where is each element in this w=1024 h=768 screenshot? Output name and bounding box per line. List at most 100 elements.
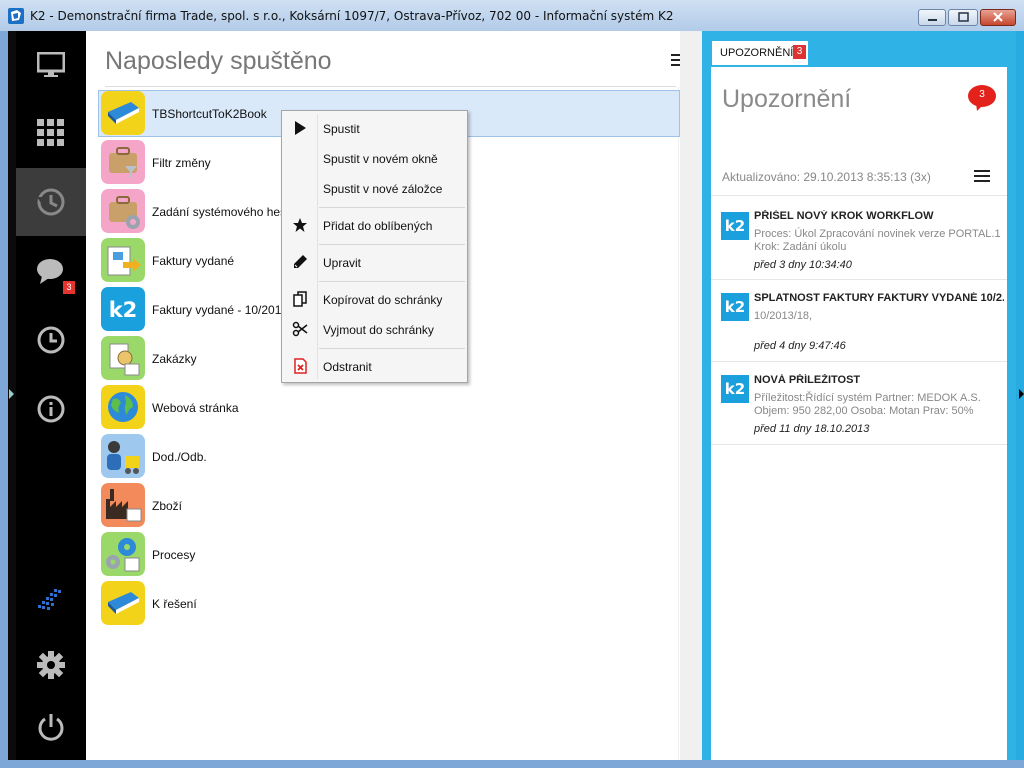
factory-icon bbox=[101, 483, 145, 527]
nav-recent[interactable] bbox=[16, 168, 86, 236]
globe-icon bbox=[101, 385, 145, 429]
nav-settings[interactable] bbox=[16, 631, 86, 699]
menu-item-label: Spustit v nové záložce bbox=[323, 182, 443, 196]
notification-title: NOVÁ PŘÍLEŽITOST bbox=[754, 374, 861, 386]
k2-logo-icon: k2 bbox=[101, 287, 145, 331]
list-item-label: Zboží bbox=[152, 499, 183, 513]
nav-power[interactable] bbox=[16, 693, 86, 761]
tab-notifications[interactable]: UPOZORNĚNÍ 3 bbox=[712, 41, 808, 65]
recent-history-icon bbox=[37, 188, 65, 216]
list-item-label: TBShortcutToK2Book bbox=[152, 107, 267, 121]
gear-icon bbox=[37, 651, 65, 679]
notification-body: Proces: Úkol Zpracování novinek verze PO… bbox=[754, 228, 1001, 253]
minimize-button[interactable] bbox=[918, 9, 946, 26]
list-item[interactable]: Zboží bbox=[98, 482, 680, 531]
k2-logo-icon bbox=[38, 589, 61, 610]
menu-separator bbox=[319, 281, 465, 282]
list-item[interactable]: Procesy bbox=[98, 531, 680, 580]
client-area: 3 Naposledy spuštěno TBShortcutToK2Book … bbox=[8, 31, 1024, 760]
menu-item-run-new-window[interactable]: Spustit v novém okně bbox=[284, 145, 465, 171]
notification-count-bubble[interactable]: 3 bbox=[968, 85, 996, 111]
maximize-button[interactable] bbox=[948, 9, 978, 26]
close-icon bbox=[993, 12, 1003, 22]
copy-icon bbox=[293, 291, 307, 307]
list-item[interactable]: Webová stránka bbox=[98, 384, 680, 433]
window-title: K2 - Demonstrační firma Trade, spol. s r… bbox=[30, 9, 674, 23]
hamburger-icon bbox=[974, 170, 990, 172]
messages-icon bbox=[37, 259, 63, 284]
notifications-card: Upozornění 3 Aktualizováno: 29.10.2013 8… bbox=[711, 67, 1007, 760]
toolbox-filter-icon bbox=[101, 140, 145, 184]
k2-logo-icon: k2 bbox=[721, 293, 749, 321]
menu-item-run-new-tab[interactable]: Spustit v nové záložce bbox=[284, 175, 465, 201]
menu-item-run[interactable]: Spustit bbox=[284, 115, 465, 141]
notification-time: před 4 dny 9:47:46 bbox=[754, 340, 846, 352]
partners-icon bbox=[101, 434, 145, 478]
expand-left-icon[interactable] bbox=[9, 389, 14, 399]
desktop-icon bbox=[37, 52, 65, 77]
menu-item-label: Kopírovat do schránky bbox=[323, 293, 443, 307]
menu-item-label: Spustit v novém okně bbox=[323, 152, 438, 166]
scissors-icon bbox=[292, 321, 308, 337]
pencil-icon bbox=[294, 255, 307, 268]
list-item[interactable]: K řešení bbox=[98, 580, 680, 629]
panel-splitter[interactable] bbox=[680, 31, 702, 760]
menu-item-label: Upravit bbox=[323, 256, 362, 270]
menu-item-label: Vyjmout do schránky bbox=[323, 323, 434, 337]
k2-logo-icon: k2 bbox=[721, 212, 749, 240]
menu-separator bbox=[319, 244, 465, 245]
menu-separator bbox=[319, 348, 465, 349]
book-icon bbox=[101, 581, 145, 625]
process-gear-icon bbox=[101, 532, 145, 576]
notification-item[interactable]: k2 SPLATNOST FAKTURY FAKTURY VYDANÉ 10/2… bbox=[711, 280, 1007, 362]
divider bbox=[105, 86, 676, 87]
nav-clock[interactable] bbox=[16, 306, 86, 374]
menu-item-label: Spustit bbox=[323, 122, 360, 136]
menu-item-cut[interactable]: Vyjmout do schránky bbox=[284, 316, 465, 342]
nav-desktop[interactable] bbox=[16, 31, 86, 99]
clock-icon bbox=[37, 326, 65, 354]
list-item-label: Webová stránka bbox=[152, 401, 239, 415]
delete-icon bbox=[294, 358, 307, 374]
notifications-title: Upozornění bbox=[722, 85, 852, 113]
power-icon bbox=[38, 714, 64, 741]
menu-item-edit[interactable]: Upravit bbox=[284, 249, 465, 275]
svg-text:k2: k2 bbox=[109, 298, 138, 322]
orders-icon bbox=[101, 336, 145, 380]
nav-messages[interactable]: 3 bbox=[16, 237, 86, 305]
tab-badge: 3 bbox=[793, 45, 806, 59]
app-window: K2 - Demonstrační firma Trade, spol. s r… bbox=[0, 0, 1024, 768]
play-icon bbox=[295, 121, 306, 135]
notification-time: před 11 dny 18.10.2013 bbox=[754, 423, 870, 435]
menu-item-add-favorites[interactable]: Přidat do oblíbených bbox=[284, 212, 465, 238]
menu-item-delete[interactable]: Odstranit bbox=[284, 353, 465, 379]
list-item-label: Dod./Odb. bbox=[152, 450, 207, 464]
menu-item-label: Odstranit bbox=[323, 360, 372, 374]
list-item-label: K řešení bbox=[152, 597, 197, 611]
nav-k2-logo[interactable] bbox=[16, 567, 86, 635]
notifications-menu-button[interactable] bbox=[974, 170, 990, 182]
nav-apps[interactable] bbox=[16, 99, 86, 167]
notification-time: před 3 dny 10:34:40 bbox=[754, 259, 852, 271]
list-item-label: Zakázky bbox=[152, 352, 197, 366]
notification-body: 10/2013/18, bbox=[754, 310, 813, 322]
close-button[interactable] bbox=[980, 9, 1016, 26]
notification-item[interactable]: k2 NOVÁ PŘÍLEŽITOST Příležitost:Řídící s… bbox=[711, 362, 1007, 445]
info-icon bbox=[37, 395, 65, 423]
notification-title: PŘIŠEL NOVÝ KROK WORKFLOW bbox=[754, 210, 934, 222]
menu-item-copy[interactable]: Kopírovat do schránky bbox=[284, 286, 465, 312]
list-item[interactable]: Dod./Odb. bbox=[98, 433, 680, 482]
menu-separator bbox=[319, 207, 465, 208]
hamburger-line bbox=[974, 180, 990, 182]
expand-right-icon[interactable] bbox=[1019, 389, 1024, 399]
star-icon bbox=[293, 218, 307, 232]
tab-label: UPOZORNĚNÍ bbox=[720, 47, 794, 59]
list-item-label: Faktury vydané bbox=[152, 254, 235, 268]
notification-item[interactable]: k2 PŘIŠEL NOVÝ KROK WORKFLOW Proces: Úko… bbox=[711, 196, 1007, 280]
updated-timestamp: Aktualizováno: 29.10.2013 8:35:13 (3x) bbox=[722, 170, 931, 184]
nav-info[interactable] bbox=[16, 375, 86, 443]
side-nav: 3 bbox=[8, 31, 86, 760]
hamburger-line bbox=[974, 175, 990, 177]
list-item-label: Procesy bbox=[152, 548, 196, 562]
notification-title: SPLATNOST FAKTURY FAKTURY VYDANÉ 10/2... bbox=[754, 292, 1004, 304]
